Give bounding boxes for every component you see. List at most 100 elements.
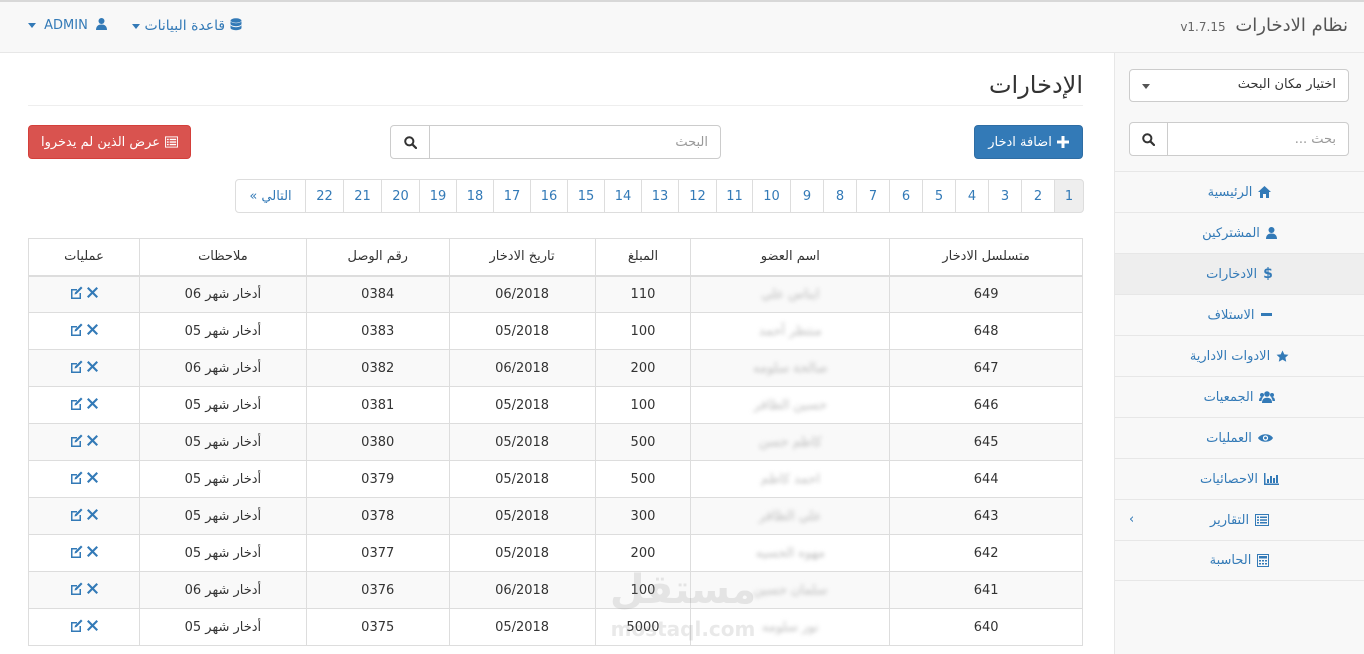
table-row[interactable]: 648 منتظر أحمد 100 05/2018 0383 أدخار شهر 05: [28, 312, 1083, 350]
delete-icon[interactable]: [86, 619, 98, 631]
app-brand[interactable]: نظام الادخارات v1.7.15: [1180, 15, 1348, 36]
pagination: 1 2 3 4 5 6 7 8 9 10 11 12 13 14 15 16 17 18 19 20 21 22 التال…: [235, 179, 1084, 213]
non-savers-label: عرض الذين لم يدخروا: [40, 134, 161, 150]
table-row[interactable]: 647 صالحة سلومه 200 06/2018 0382 أدخار شهر 06: [28, 349, 1083, 387]
pagination-page[interactable]: 2: [1021, 179, 1055, 213]
edit-icon[interactable]: [70, 508, 83, 521]
savings-table: متسلسل الادخار اسم العضو المبلغ تاريخ ال…: [28, 238, 1083, 646]
column-header[interactable]: اسم العضو: [690, 238, 891, 277]
sidebar-item-subscribers[interactable]: المشتركين: [1115, 212, 1364, 253]
pagination-page[interactable]: 7: [856, 179, 890, 213]
edit-icon[interactable]: [70, 360, 83, 373]
pagination-page[interactable]: 5: [922, 179, 956, 213]
sidebar-item-loans[interactable]: الاستلاف: [1115, 294, 1364, 335]
app-version: v1.7.15: [1180, 20, 1226, 34]
sidebar-item-home[interactable]: الرئيسية: [1115, 171, 1364, 212]
delete-icon[interactable]: [86, 508, 98, 520]
pagination-page[interactable]: 19: [419, 179, 457, 213]
delete-icon[interactable]: [86, 360, 98, 372]
main-search-button[interactable]: [390, 125, 430, 159]
cell-amount-text: 5000: [626, 619, 660, 635]
pagination-page[interactable]: 8: [823, 179, 857, 213]
cell-note-text: أدخار شهر 06: [184, 286, 262, 302]
users-icon: [1259, 391, 1276, 403]
sidebar-search-input[interactable]: [1167, 122, 1349, 156]
pagination-page[interactable]: 1: [1054, 179, 1084, 213]
column-header[interactable]: رقم الوصل: [305, 238, 450, 277]
table-row[interactable]: 640 نور سلومه 5000 05/2018 0375 أدخار شهر 05: [28, 608, 1083, 646]
add-saving-button[interactable]: اضافة ادخار: [974, 125, 1083, 159]
pagination-page[interactable]: 16: [530, 179, 568, 213]
pagination-next[interactable]: التالي »: [235, 179, 306, 213]
non-savers-button[interactable]: عرض الذين لم يدخروا: [28, 125, 191, 159]
cell-name-text: نور سلومه: [762, 619, 819, 635]
edit-icon[interactable]: [70, 286, 83, 299]
cell-name-text: صالحة سلومه: [753, 360, 828, 376]
pagination-page[interactable]: 6: [889, 179, 923, 213]
pagination-page[interactable]: 17: [493, 179, 531, 213]
cell-amount-text: 500: [630, 471, 656, 487]
column-header[interactable]: المبلغ: [594, 238, 692, 277]
cell-amount-text: 500: [630, 434, 656, 450]
edit-icon[interactable]: [70, 434, 83, 447]
cell-name-text: مهوه الحسيه: [755, 545, 825, 561]
pagination-page[interactable]: 20: [381, 179, 420, 213]
cell-actions: [28, 423, 140, 461]
pagination-page[interactable]: 9: [790, 179, 824, 213]
delete-icon[interactable]: [86, 323, 98, 335]
sidebar-item-statistics[interactable]: الاحصائيات: [1115, 458, 1364, 499]
edit-icon[interactable]: [70, 545, 83, 558]
admin-menu[interactable]: ADMIN: [28, 18, 107, 33]
pagination-page[interactable]: 15: [567, 179, 605, 213]
pagination-page[interactable]: 22: [305, 179, 344, 213]
sidebar-item-calculator[interactable]: الحاسبة: [1115, 540, 1364, 581]
delete-icon[interactable]: [86, 545, 98, 557]
sidebar-item-operations[interactable]: العمليات: [1115, 417, 1364, 458]
delete-icon[interactable]: [86, 582, 98, 594]
edit-icon[interactable]: [70, 619, 83, 632]
pagination-page[interactable]: 11: [716, 179, 753, 213]
pagination-page[interactable]: 10: [752, 179, 791, 213]
column-header[interactable]: متسلسل الادخار: [889, 238, 1083, 277]
table-row[interactable]: 642 مهوه الحسيه 200 05/2018 0377 أدخار شهر 05: [28, 534, 1083, 572]
pagination-page[interactable]: 13: [641, 179, 679, 213]
pagination-page[interactable]: 3: [988, 179, 1022, 213]
table-row[interactable]: 649 ايناس علي 110 06/2018 0384 أدخار شهر 06: [28, 275, 1083, 313]
table-row[interactable]: 641 سلمان حسين 100 06/2018 0376 أدخار شهر 06: [28, 571, 1083, 609]
sidebar-item-associations[interactable]: الجمعيات: [1115, 376, 1364, 417]
sidebar-item-reports[interactable]: التقارير ›: [1115, 499, 1364, 540]
pagination-page[interactable]: 21: [343, 179, 382, 213]
database-menu[interactable]: قاعدة البيانات: [132, 18, 242, 34]
edit-icon[interactable]: [70, 397, 83, 410]
delete-icon[interactable]: [86, 397, 98, 409]
table-row[interactable]: 646 حسين الظافر 100 05/2018 0381 أدخار شهر 05: [28, 386, 1083, 424]
delete-icon[interactable]: [86, 286, 98, 298]
edit-icon[interactable]: [70, 323, 83, 336]
sidebar-item-savings[interactable]: $ الادخارات: [1115, 253, 1364, 294]
cell-receipt-text: 0379: [361, 471, 395, 487]
pagination-page[interactable]: 12: [678, 179, 717, 213]
pagination-page[interactable]: 4: [955, 179, 989, 213]
edit-icon[interactable]: [70, 471, 83, 484]
column-header[interactable]: ملاحظات: [138, 238, 307, 277]
edit-icon[interactable]: [70, 582, 83, 595]
column-header[interactable]: تاريخ الادخار: [448, 238, 596, 277]
table-row[interactable]: 644 احمد كاظم 500 05/2018 0379 أدخار شهر 05: [28, 460, 1083, 498]
cell-id-text: 646: [973, 397, 999, 413]
main-search-input[interactable]: [429, 125, 721, 159]
delete-icon[interactable]: [86, 434, 98, 446]
cell-receipt: 0384: [305, 275, 450, 313]
pagination-page[interactable]: 14: [604, 179, 642, 213]
cell-actions: [28, 386, 140, 424]
cell-amount: 100: [594, 571, 692, 609]
search-location-select[interactable]: اختيار مكان البحث: [1129, 69, 1349, 102]
sidebar-item-admin-tools[interactable]: الادوات الادارية: [1115, 335, 1364, 376]
cell-date: 05/2018: [448, 423, 596, 461]
table-row[interactable]: 643 علي الظافر 300 05/2018 0378 أدخار شهر 05: [28, 497, 1083, 535]
delete-icon[interactable]: [86, 471, 98, 483]
pagination-page[interactable]: 18: [456, 179, 494, 213]
table-row[interactable]: 645 كاظم حسن 500 05/2018 0380 أدخار شهر 05: [28, 423, 1083, 461]
sidebar-search-button[interactable]: [1129, 122, 1168, 156]
cell-name: سلمان حسين: [690, 571, 891, 609]
cell-receipt: 0375: [305, 608, 450, 646]
